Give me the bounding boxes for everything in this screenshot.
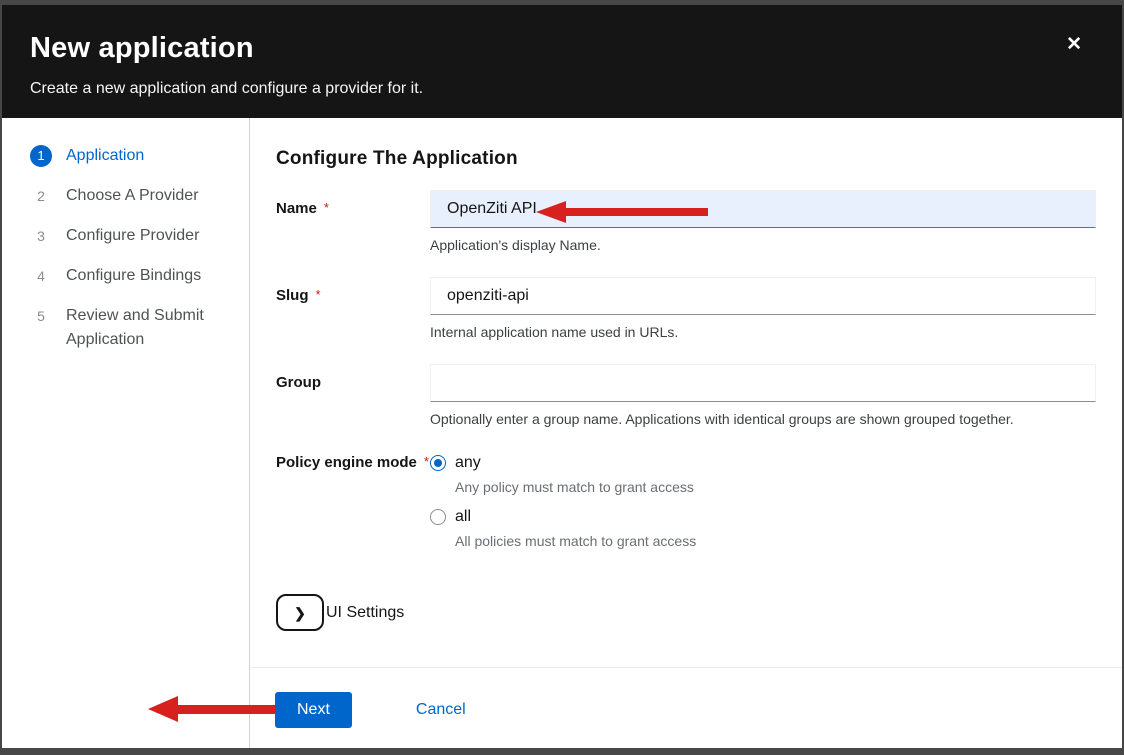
step-label: Application (66, 144, 144, 168)
required-asterisk: * (324, 200, 329, 215)
wizard-step-application[interactable]: 1 Application (30, 144, 229, 168)
step-number-badge: 5 (30, 305, 52, 327)
close-icon: ✕ (1066, 34, 1082, 55)
step-label: Choose A Provider (66, 184, 199, 208)
required-asterisk: * (316, 287, 321, 302)
group-helper-text: Optionally enter a group name. Applicati… (430, 411, 1096, 427)
chevron-right-icon: ❯ (294, 606, 306, 620)
group-field-row: Group Optionally enter a group name. App… (276, 364, 1096, 427)
wizard-step-review-submit[interactable]: 5 Review and Submit Application (30, 304, 229, 352)
name-field-row: Name * Application's display Name. (276, 190, 1096, 253)
modal-body: 1 Application 2 Choose A Provider 3 Conf… (2, 118, 1122, 748)
radio-any-helper-text: Any policy must match to grant access (455, 479, 1096, 495)
ui-settings-label: UI Settings (326, 604, 404, 622)
wizard-step-configure-bindings[interactable]: 4 Configure Bindings (30, 264, 229, 288)
ui-settings-row: ❯ UI Settings (276, 594, 1096, 631)
step-number-badge: 1 (30, 145, 52, 167)
ui-settings-expand-button[interactable]: ❯ (276, 594, 324, 631)
radio-any-label: any (455, 454, 481, 472)
group-label: Group (276, 374, 321, 391)
radio-option-all[interactable]: all (430, 508, 1096, 526)
cancel-link[interactable]: Cancel (416, 692, 466, 728)
radio-all-label: all (455, 508, 471, 526)
wizard-sidebar: 1 Application 2 Choose A Provider 3 Conf… (2, 118, 250, 748)
policy-engine-mode-row: Policy engine mode * any Any policy must … (276, 451, 1096, 562)
step-number-badge: 2 (30, 185, 52, 207)
close-button[interactable]: ✕ (1066, 35, 1082, 54)
page-title: New application (30, 32, 1098, 65)
step-number-badge: 4 (30, 265, 52, 287)
next-button[interactable]: Next (275, 692, 352, 728)
radio-any-selected-icon[interactable] (430, 455, 446, 471)
step-label: Review and Submit Application (66, 304, 229, 352)
step-label: Configure Bindings (66, 264, 201, 288)
name-label: Name (276, 200, 317, 217)
section-heading: Configure The Application (276, 148, 1096, 170)
required-asterisk: * (424, 454, 429, 469)
main-panel: Configure The Application Name * Applicat… (250, 118, 1122, 748)
radio-option-any[interactable]: any (430, 454, 1096, 472)
step-label: Configure Provider (66, 224, 199, 248)
modal-footer: Next Cancel (250, 667, 1122, 748)
policy-engine-mode-label: Policy engine mode (276, 454, 417, 471)
new-application-modal: New application Create a new application… (2, 5, 1122, 748)
slug-input[interactable] (430, 277, 1096, 315)
name-helper-text: Application's display Name. (430, 237, 1096, 253)
slug-helper-text: Internal application name used in URLs. (430, 324, 1096, 340)
radio-all-helper-text: All policies must match to grant access (455, 533, 1096, 549)
slug-label: Slug (276, 287, 309, 304)
page-subtitle: Create a new application and configure a… (30, 80, 1098, 98)
modal-header: New application Create a new application… (2, 5, 1122, 118)
wizard-step-choose-provider[interactable]: 2 Choose A Provider (30, 184, 229, 208)
slug-field-row: Slug * Internal application name used in … (276, 277, 1096, 340)
wizard-step-configure-provider[interactable]: 3 Configure Provider (30, 224, 229, 248)
step-number-badge: 3 (30, 225, 52, 247)
radio-all-unselected-icon[interactable] (430, 509, 446, 525)
name-input[interactable] (430, 190, 1096, 228)
form-content: Configure The Application Name * Applicat… (250, 118, 1122, 667)
group-input[interactable] (430, 364, 1096, 402)
policy-engine-mode-radio-group: any Any policy must match to grant acces… (430, 451, 1096, 562)
